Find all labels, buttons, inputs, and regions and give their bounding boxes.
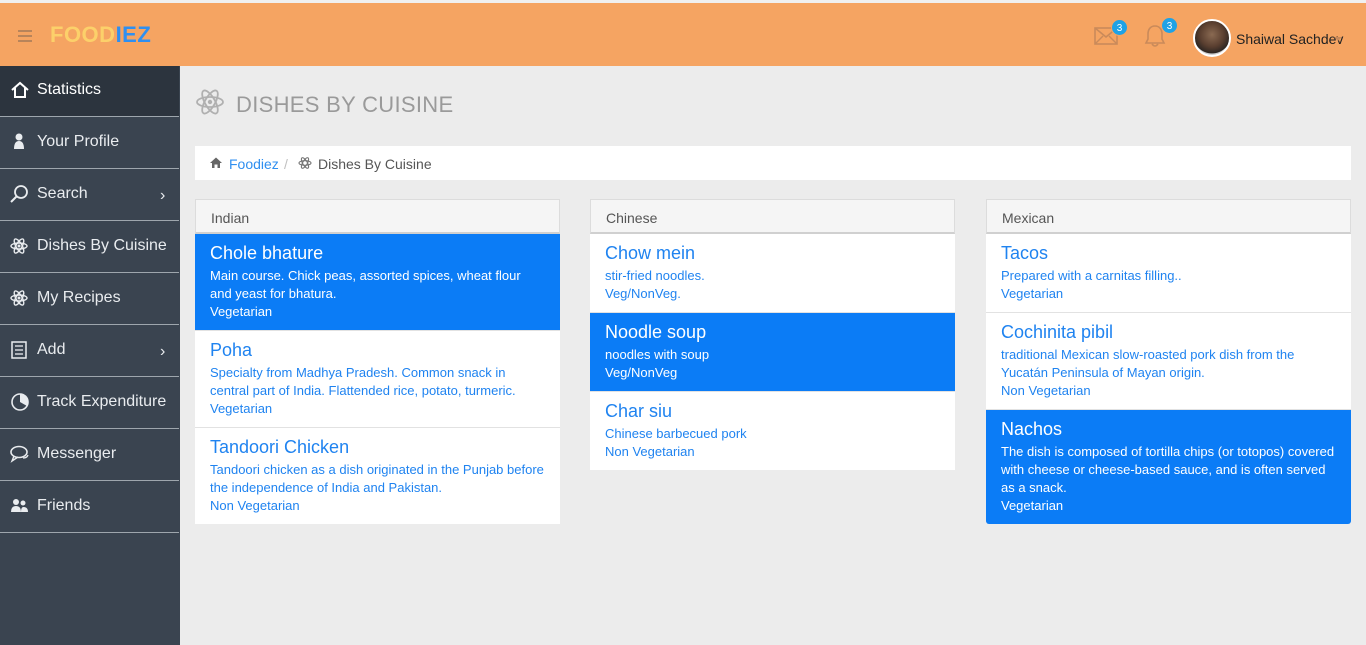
sidebar-item-label: Friends bbox=[37, 497, 91, 514]
sidebar-item-search[interactable]: Search › bbox=[0, 170, 179, 221]
mail-button[interactable]: 3 bbox=[1094, 19, 1128, 45]
dish-description: Chinese barbecued pork bbox=[605, 426, 747, 441]
dish-veg-type: Veg/NonVeg. bbox=[605, 286, 681, 301]
sidebar-item-my-recipes[interactable]: My Recipes bbox=[0, 274, 179, 325]
atom-icon bbox=[298, 157, 312, 169]
user-name[interactable]: Shaiwal Sachdev bbox=[1236, 31, 1343, 47]
sidebar-item-label: Add bbox=[37, 341, 66, 358]
brand-logo[interactable]: FOODIEZ bbox=[50, 22, 151, 48]
sidebar-item-statistics[interactable]: Statistics bbox=[0, 66, 179, 117]
sidebar-item-messenger[interactable]: Messenger bbox=[0, 430, 179, 481]
cuisine-panel-chinese: Chinese Chow mein stir-fried noodles. Ve… bbox=[590, 199, 955, 470]
cuisine-panel-mexican: Mexican Tacos Prepared with a carnitas f… bbox=[986, 199, 1351, 524]
sidebar: Statistics Your Profile Search › Dishes … bbox=[0, 66, 180, 645]
dish-card[interactable]: Tacos Prepared with a carnitas filling..… bbox=[986, 234, 1351, 313]
dish-veg-type: Vegetarian bbox=[1001, 498, 1064, 513]
notification-count-badge: 3 bbox=[1161, 17, 1178, 34]
dish-title: Poha bbox=[210, 340, 253, 360]
cuisine-panel-indian: Indian Chole bhature Main course. Chick … bbox=[195, 199, 560, 524]
breadcrumb-home-link[interactable]: Foodiez bbox=[229, 156, 279, 172]
cuisine-heading: Mexican bbox=[986, 199, 1351, 234]
sidebar-item-track-expenditure[interactable]: Track Expenditure bbox=[0, 378, 179, 429]
top-navbar: FOODIEZ 3 3 Shaiwal Sachdev bbox=[0, 3, 1366, 66]
search-icon bbox=[10, 185, 28, 203]
cuisine-heading: Indian bbox=[195, 199, 560, 234]
dish-description: traditional Mexican slow-roasted pork di… bbox=[1001, 347, 1295, 380]
atom-icon bbox=[196, 89, 224, 115]
dish-veg-type: Non Vegetarian bbox=[210, 498, 300, 513]
sidebar-item-label: My Recipes bbox=[37, 289, 121, 306]
dish-description: Tandoori chicken as a dish originated in… bbox=[210, 462, 544, 495]
dish-card[interactable]: Cochinita pibil traditional Mexican slow… bbox=[986, 313, 1351, 410]
home-icon bbox=[11, 81, 29, 98]
mail-count-badge: 3 bbox=[1111, 19, 1128, 36]
user-menu-caret-icon[interactable] bbox=[1334, 37, 1342, 41]
dish-title: Nachos bbox=[1001, 419, 1063, 439]
dish-card[interactable]: Tandoori Chicken Tandoori chicken as a d… bbox=[195, 428, 560, 524]
dish-description: noodles with soup bbox=[605, 347, 710, 362]
home-icon bbox=[210, 157, 222, 168]
dish-card[interactable]: Chow mein stir-fried noodles. Veg/NonVeg… bbox=[590, 234, 955, 313]
page-title: DISHES BY CUISINE bbox=[236, 92, 454, 117]
breadcrumb: Foodiez / Dishes By Cuisine bbox=[195, 146, 1351, 180]
pie-chart-icon bbox=[11, 393, 29, 411]
dish-description: Main course. Chick peas, assorted spices… bbox=[210, 268, 521, 301]
sidebar-item-add[interactable]: Add › bbox=[0, 326, 179, 377]
sidebar-item-friends[interactable]: Friends bbox=[0, 482, 179, 533]
cuisine-heading: Chinese bbox=[590, 199, 955, 234]
dish-title: Chole bhature bbox=[210, 243, 324, 263]
dish-title: Tandoori Chicken bbox=[210, 437, 350, 457]
hamburger-menu-icon[interactable] bbox=[18, 30, 32, 42]
dish-title: Char siu bbox=[605, 401, 673, 421]
user-avatar[interactable] bbox=[1193, 19, 1231, 57]
dish-title: Tacos bbox=[1001, 243, 1049, 263]
dish-card[interactable]: Nachos The dish is composed of tortilla … bbox=[986, 410, 1351, 524]
list-icon bbox=[11, 341, 27, 359]
dish-veg-type: Veg/NonVeg bbox=[605, 365, 678, 380]
chevron-right-icon: › bbox=[160, 343, 166, 360]
users-icon bbox=[11, 499, 28, 512]
dish-card[interactable]: Char siu Chinese barbecued pork Non Vege… bbox=[590, 392, 955, 470]
dish-title: Cochinita pibil bbox=[1001, 322, 1114, 342]
sidebar-item-label: Search bbox=[37, 185, 88, 202]
sidebar-item-label: Track Expenditure bbox=[37, 393, 167, 410]
dish-card[interactable]: Poha Specialty from Madhya Pradesh. Comm… bbox=[195, 331, 560, 428]
sidebar-item-label: Your Profile bbox=[37, 133, 120, 150]
dish-veg-type: Vegetarian bbox=[210, 304, 273, 319]
dish-title: Noodle soup bbox=[605, 322, 707, 342]
sidebar-item-label: Messenger bbox=[37, 445, 117, 462]
atom-icon bbox=[10, 290, 28, 306]
dish-veg-type: Non Vegetarian bbox=[1001, 383, 1091, 398]
dish-title: Chow mein bbox=[605, 243, 696, 263]
sidebar-item-label: Dishes By Cuisine bbox=[37, 237, 167, 254]
chat-icon bbox=[10, 445, 29, 463]
dish-card[interactable]: Chole bhature Main course. Chick peas, a… bbox=[195, 234, 560, 331]
notifications-button[interactable]: 3 bbox=[1144, 17, 1178, 48]
chevron-right-icon: › bbox=[160, 187, 166, 204]
dish-card[interactable]: Noodle soup noodles with soup Veg/NonVeg bbox=[590, 313, 955, 392]
dish-veg-type: Non Vegetarian bbox=[605, 444, 695, 459]
brand-part-1: FOOD bbox=[50, 22, 116, 47]
sidebar-item-your-profile[interactable]: Your Profile bbox=[0, 118, 179, 169]
atom-icon bbox=[10, 238, 28, 254]
dish-veg-type: Vegetarian bbox=[1001, 286, 1064, 301]
dish-description: Prepared with a carnitas filling.. bbox=[1001, 268, 1182, 283]
dish-description: Specialty from Madhya Pradesh. Common sn… bbox=[210, 365, 516, 398]
breadcrumb-separator: / bbox=[284, 156, 288, 172]
user-icon bbox=[14, 133, 24, 149]
dish-veg-type: Vegetarian bbox=[210, 401, 273, 416]
sidebar-item-label: Statistics bbox=[37, 81, 102, 98]
breadcrumb-current: Dishes By Cuisine bbox=[318, 156, 432, 172]
dish-description: The dish is composed of tortilla chips (… bbox=[1001, 444, 1335, 495]
dish-description: stir-fried noodles. bbox=[605, 268, 705, 283]
brand-part-2: IEZ bbox=[115, 22, 152, 47]
sidebar-item-dishes-by-cuisine[interactable]: Dishes By Cuisine bbox=[0, 222, 179, 273]
